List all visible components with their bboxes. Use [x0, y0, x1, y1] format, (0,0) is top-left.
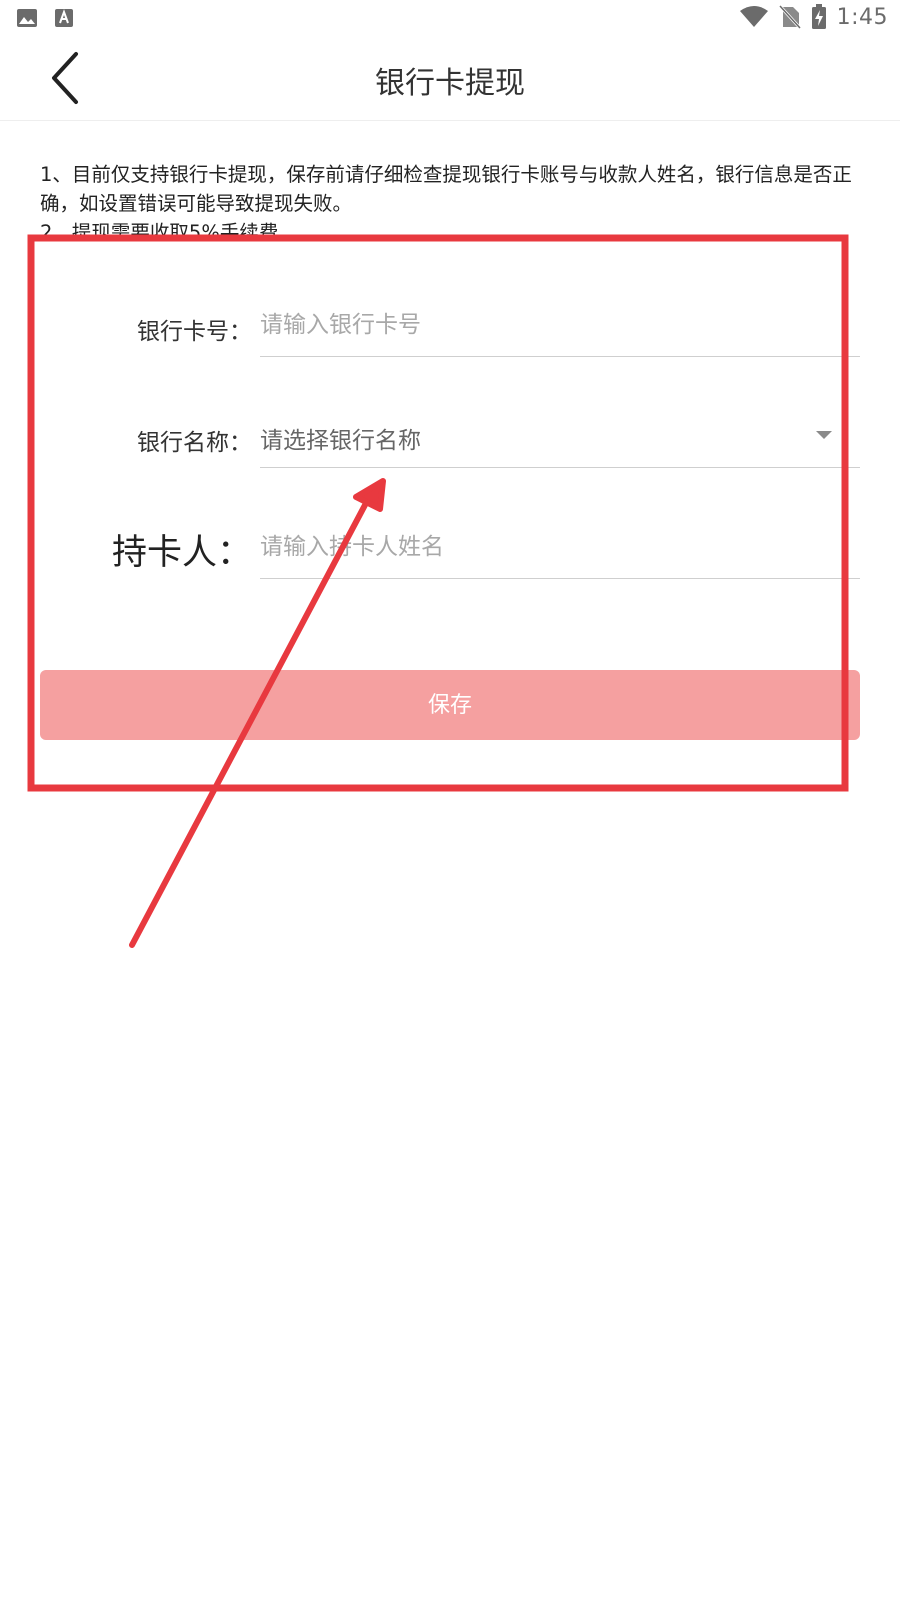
app-bar: 银行卡提现	[0, 38, 900, 121]
no-sim-icon	[778, 5, 801, 29]
card-number-underline	[260, 356, 860, 357]
card-number-row: 银行卡号：	[0, 270, 900, 382]
notice-line-2: 2、提现需要收取5%手续费。	[40, 221, 298, 244]
status-right-icons: 1:45	[739, 4, 888, 30]
image-icon	[16, 8, 38, 28]
bank-name-underline	[260, 467, 860, 468]
bank-name-select[interactable]: 请选择银行名称	[260, 421, 421, 455]
withdraw-screen: 1:45 银行卡提现 1、目前仅支持银行卡提现，保存前请仔细检查提现银行卡账号与…	[0, 0, 900, 1600]
battery-charging-icon	[811, 4, 827, 30]
bank-name-row: 银行名称： 请选择银行名称	[0, 381, 900, 493]
notice-line-1: 1、目前仅支持银行卡提现，保存前请仔细检查提现银行卡账号与收款人姓名，银行信息是…	[40, 163, 852, 215]
card-number-input[interactable]	[260, 300, 860, 350]
card-number-label: 银行卡号：	[137, 319, 252, 345]
save-button[interactable]: 保存	[40, 670, 860, 740]
bank-name-label: 银行名称：	[137, 430, 252, 456]
font-icon	[54, 8, 74, 28]
status-bar: 1:45	[0, 0, 900, 38]
card-holder-underline	[260, 578, 860, 579]
card-holder-input[interactable]	[260, 522, 860, 572]
status-left-icons	[16, 8, 74, 28]
page-title: 银行卡提现	[375, 66, 525, 101]
card-holder-label: 持卡人：	[111, 533, 252, 573]
status-time: 1:45	[836, 4, 888, 30]
withdraw-notice: 1、目前仅支持银行卡提现，保存前请仔细检查提现银行卡账号与收款人姓名，银行信息是…	[40, 160, 860, 247]
card-holder-row: 持卡人：	[0, 492, 900, 604]
wifi-icon	[739, 5, 769, 29]
dropdown-arrow-icon[interactable]	[816, 431, 832, 439]
